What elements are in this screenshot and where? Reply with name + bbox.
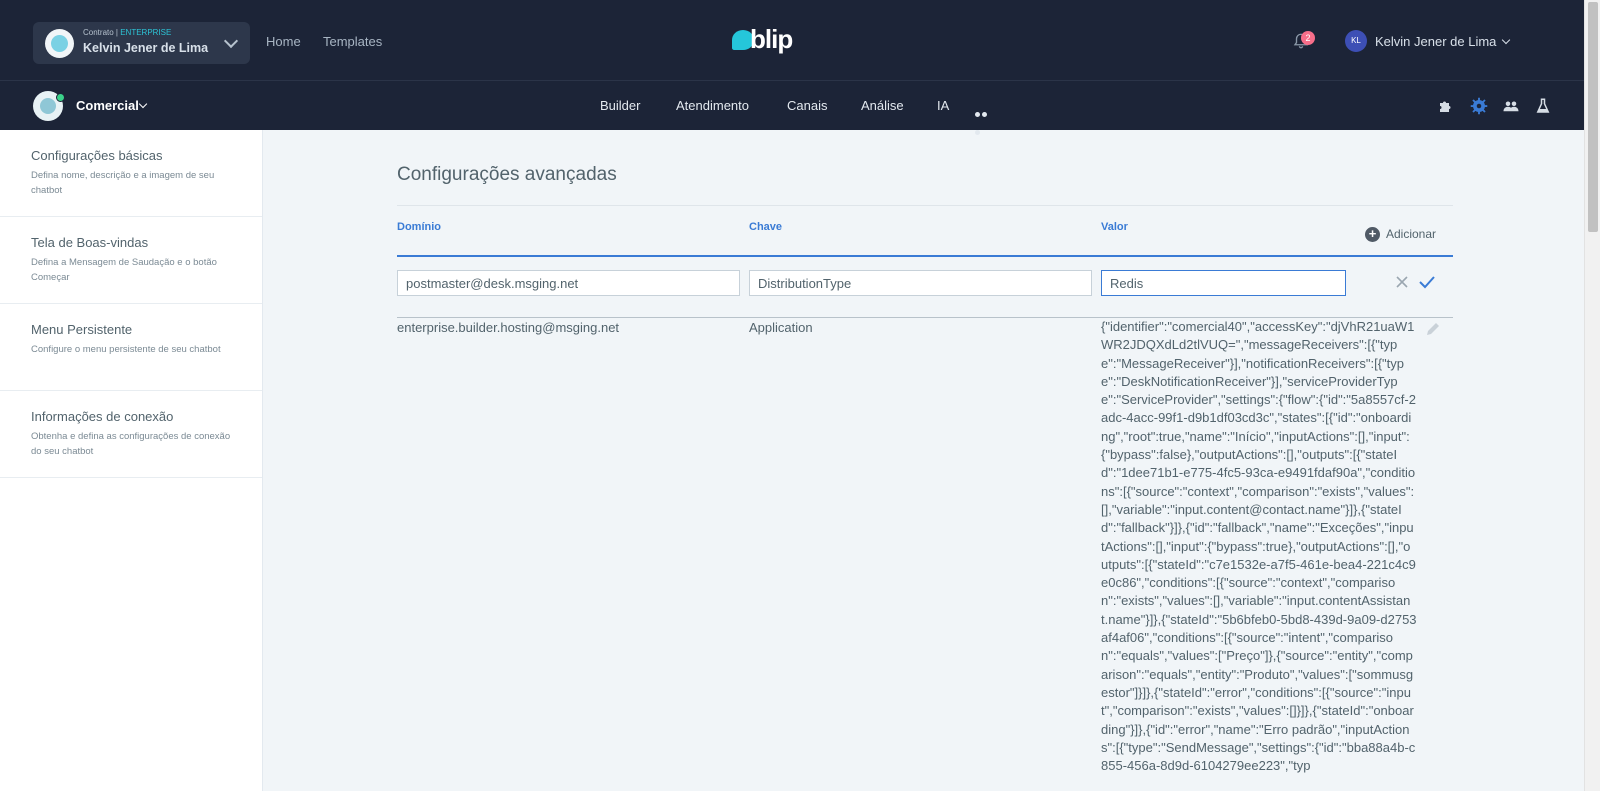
flask-icon[interactable]: [1534, 97, 1552, 115]
scrollbar-thumb[interactable]: [1588, 2, 1598, 232]
user-name[interactable]: Kelvin Jener de Lima: [1375, 34, 1496, 49]
top-header: Contrato | ENTERPRISE Kelvin Jener de Li…: [0, 0, 1584, 80]
user-avatar[interactable]: KL: [1345, 30, 1367, 52]
gear-icon[interactable]: [1470, 97, 1488, 115]
column-header-key: Chave: [749, 221, 783, 233]
header-divider: [397, 255, 1453, 257]
page-scrollbar[interactable]: [1584, 0, 1600, 791]
sidebar-item-desc: Obtenha e defina as configurações de con…: [31, 431, 231, 457]
row-domain: enterprise.builder.hosting@msging.net: [397, 320, 620, 335]
sidebar-item-informacoes-conexao[interactable]: Informações de conexão Obtenha e defina …: [0, 391, 262, 478]
sidebar-item-menu-persistente[interactable]: Menu Persistente Configure o menu persis…: [0, 304, 262, 391]
nav-home[interactable]: Home: [266, 34, 301, 49]
sidebar-item-title: Menu Persistente: [31, 322, 133, 337]
row-value: {"identifier":"comercial40","accessKey":…: [1101, 319, 1417, 774]
online-status-dot: [56, 93, 65, 102]
column-header-domain: Domínio: [397, 221, 441, 233]
check-icon[interactable]: [1418, 274, 1436, 290]
key-input[interactable]: [749, 270, 1092, 296]
plus-circle-icon: +: [1365, 227, 1380, 242]
contract-name: Kelvin Jener de Lima: [83, 41, 209, 55]
nav-builder[interactable]: Builder: [600, 98, 640, 113]
contract-selector[interactable]: Contrato | ENTERPRISE Kelvin Jener de Li…: [33, 22, 250, 64]
settings-sidebar: Configurações básicas Defina nome, descr…: [0, 130, 263, 791]
sidebar-item-tela-boas-vindas[interactable]: Tela de Boas-vindas Defina a Mensagem de…: [0, 217, 262, 304]
page-title: Configurações avançadas: [397, 164, 617, 185]
value-input[interactable]: [1101, 270, 1346, 296]
team-icon[interactable]: [1502, 97, 1520, 115]
notification-badge: 2: [1301, 31, 1315, 45]
contract-logo: [45, 29, 74, 58]
contract-plan: ENTERPRISE: [120, 28, 172, 37]
sidebar-item-title: Informações de conexão: [31, 409, 174, 424]
pencil-icon[interactable]: [1425, 321, 1441, 337]
nav-templates[interactable]: Templates: [323, 34, 382, 49]
puzzle-icon[interactable]: [1437, 97, 1455, 115]
sidebar-item-desc: Defina a Mensagem de Saudação e o botão …: [31, 257, 217, 283]
chevron-down-icon[interactable]: [1501, 35, 1511, 45]
divider: [397, 205, 1453, 206]
nav-canais[interactable]: Canais: [787, 98, 827, 113]
more-options-icon[interactable]: [975, 104, 995, 135]
sidebar-item-title: Configurações básicas: [31, 148, 163, 163]
sidebar-item-configuracoes-basicas[interactable]: Configurações básicas Defina nome, descr…: [0, 130, 262, 217]
row-key: Application: [749, 320, 813, 335]
bot-header: Comercial Builder Atendimento Canais Aná…: [0, 80, 1584, 135]
bot-selector[interactable]: Comercial: [76, 98, 139, 113]
nav-atendimento[interactable]: Atendimento: [676, 98, 749, 113]
chevron-down-icon: [223, 33, 239, 49]
blip-wordmark: blip: [750, 24, 793, 54]
chevron-down-icon[interactable]: [138, 99, 148, 109]
contract-label: Contrato | ENTERPRISE: [83, 28, 172, 37]
domain-input[interactable]: [397, 270, 740, 296]
sidebar-item-desc: Configure o menu persistente de seu chat…: [31, 344, 221, 355]
column-header-value: Valor: [1101, 221, 1128, 233]
nav-analise[interactable]: Análise: [861, 98, 904, 113]
sidebar-item-title: Tela de Boas-vindas: [31, 235, 149, 250]
add-button-label: Adicionar: [1386, 227, 1437, 241]
sidebar-item-desc: Defina nome, descrição e a imagem de seu…: [31, 170, 215, 196]
nav-ia[interactable]: IA: [937, 98, 949, 113]
close-icon[interactable]: [1394, 274, 1410, 290]
